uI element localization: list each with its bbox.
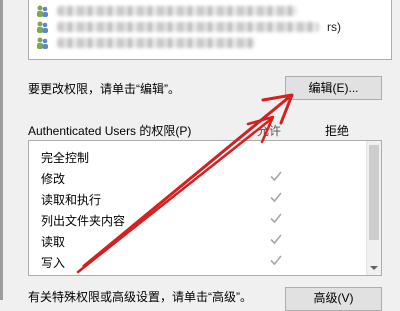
- edit-hint-text: 要更改权限，请单击“编辑”。: [28, 82, 180, 96]
- permissions-scrollbar[interactable]: [366, 141, 381, 275]
- permissions-label: Authenticated Users 的权限(P): [28, 124, 192, 138]
- permission-name: 读取: [41, 235, 66, 249]
- permission-name: 完全控制: [41, 151, 90, 165]
- check-icon: [270, 234, 282, 245]
- user-name-redacted: [57, 38, 255, 48]
- advanced-hint-text: 有关特殊权限或高级设置，请单击“高级”。: [28, 290, 252, 304]
- user-list-item[interactable]: [35, 34, 385, 52]
- check-icon: [270, 213, 282, 224]
- permission-name: 列出文件夹内容: [41, 214, 126, 228]
- user-name-redacted: [57, 22, 319, 32]
- advanced-button[interactable]: 高级(V): [285, 287, 382, 311]
- user-group-icon: [37, 37, 48, 49]
- permission-row[interactable]: 读取: [41, 229, 361, 251]
- user-group-icon: [37, 5, 48, 17]
- user-name-redacted: [57, 6, 297, 16]
- deny-column-header: 拒绝: [325, 124, 350, 138]
- permission-row[interactable]: 完全控制: [41, 145, 361, 167]
- group-user-list[interactable]: rs): [28, 0, 392, 60]
- permission-name: 写入: [41, 256, 66, 270]
- user-group-icon: [37, 21, 48, 33]
- permission-row[interactable]: 列出文件夹内容: [41, 208, 361, 230]
- allow-column-header: 允许: [257, 124, 282, 138]
- edit-button[interactable]: 编辑(E)...: [285, 76, 382, 100]
- scroll-down-icon[interactable]: [370, 264, 378, 272]
- check-icon: [270, 192, 282, 203]
- check-icon: [270, 255, 282, 266]
- scrollbar-thumb[interactable]: [369, 145, 379, 240]
- check-icon: [270, 171, 282, 182]
- permission-name: 读取和执行: [41, 193, 102, 207]
- permission-row[interactable]: 读取和执行: [41, 187, 361, 209]
- user-name-tail: rs): [327, 20, 341, 34]
- window-edge: [0, 0, 3, 300]
- permission-row[interactable]: 修改: [41, 166, 361, 188]
- permission-name: 修改: [41, 172, 66, 186]
- permission-row[interactable]: 写入: [41, 250, 361, 272]
- permissions-table[interactable]: 完全控制修改读取和执行列出文件夹内容 读取写入: [28, 140, 382, 276]
